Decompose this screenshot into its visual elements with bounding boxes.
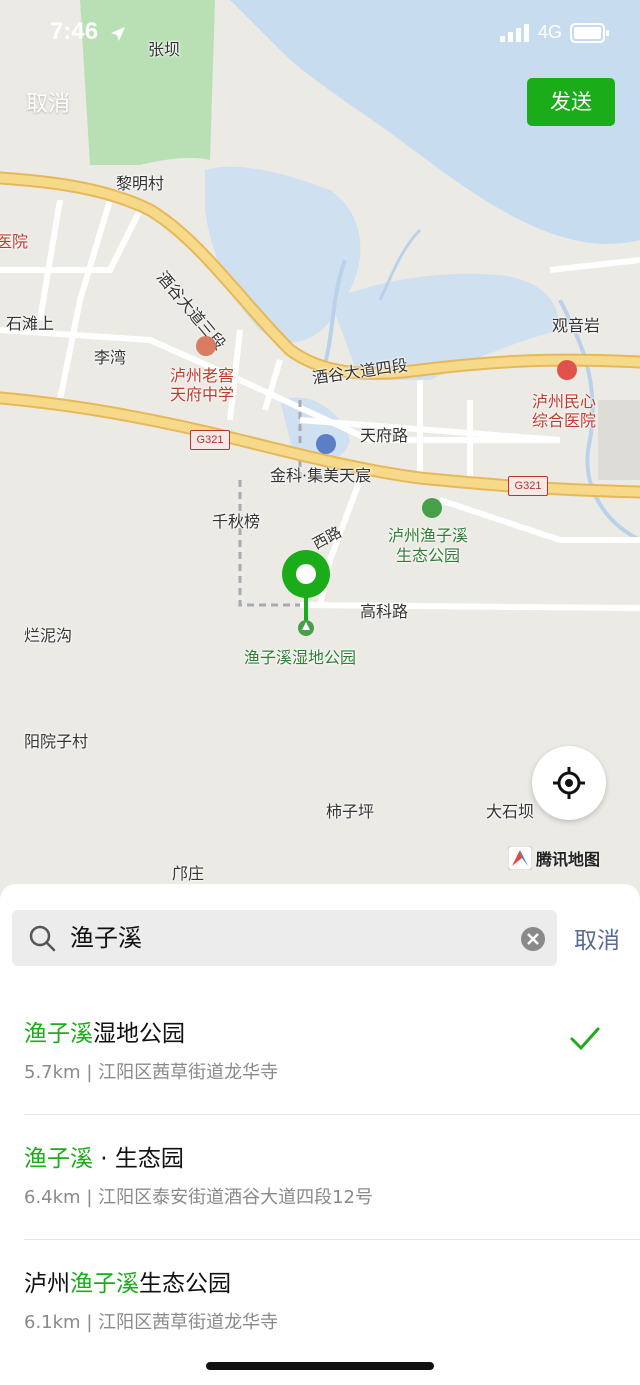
status-bar: 7:46 4G <box>0 0 640 70</box>
search-input[interactable] <box>70 910 510 966</box>
status-right-group: 4G <box>499 22 610 43</box>
result-subtitle: 5.7km | 江阳区茜草街道龙华寺 <box>24 1062 279 1083</box>
place-label-qianqiubang: 千秋榜 <box>212 512 261 531</box>
results-list: 渔子溪湿地公园 5.7km | 江阳区茜草街道龙华寺 渔子溪 · 生态园 6.4… <box>0 990 640 1364</box>
result-title: 渔子溪湿地公园 <box>24 1021 185 1047</box>
place-label-ecopark-line1: 泸州渔子溪 <box>388 526 469 545</box>
place-label-tianfu-middle: 天府中学 <box>170 385 235 404</box>
place-label-wetland: 渔子溪湿地公园 <box>244 648 357 667</box>
clear-search-icon[interactable] <box>520 926 546 952</box>
send-button[interactable]: 发送 <box>527 78 615 126</box>
highway-shield-g321-right: G321 <box>508 476 548 496</box>
battery-icon <box>570 22 609 43</box>
place-label-luzhou-laojiao: 泸州老窖 <box>170 366 235 385</box>
tencent-map-logo-icon <box>508 846 532 870</box>
place-label-guanyinyan: 观音岩 <box>552 316 601 335</box>
location-pin-icon[interactable] <box>280 548 332 638</box>
highway-shield-g321-left: G321 <box>190 430 230 450</box>
search-sheet: 取消 渔子溪湿地公园 5.7km | 江阳区茜草街道龙华寺 渔子溪 · 生态园 … <box>0 884 640 1385</box>
place-label-luzhou-minxin: 泸州民心 <box>532 392 597 411</box>
place-label-yangyuanzicun: 阳院子村 <box>24 732 89 751</box>
hospital-icon <box>557 360 577 380</box>
result-subtitle: 6.4km | 江阳区泰安街道酒谷大道四段12号 <box>24 1187 374 1208</box>
result-item[interactable]: 渔子溪 · 生态园 6.4km | 江阳区泰安街道酒谷大道四段12号 <box>24 1115 640 1240</box>
map-provider-name: 腾讯地图 <box>536 850 601 869</box>
signal-icon <box>499 23 529 42</box>
place-label-dashiba: 大石坝 <box>486 802 535 821</box>
school-icon <box>196 336 216 356</box>
map-provider-logo: 腾讯地图 <box>508 846 600 870</box>
place-label-lannigou: 烂泥沟 <box>24 626 73 645</box>
road-label-gaoke: 高科路 <box>360 602 409 621</box>
network-type: 4G <box>537 22 562 42</box>
place-label-zonghe-yiyuan: 综合医院 <box>532 411 597 430</box>
place-label-jinke: 金科·集美天宸 <box>270 466 372 485</box>
result-title: 泸州渔子溪生态公园 <box>24 1271 231 1297</box>
search-cancel-button[interactable]: 取消 <box>574 921 620 955</box>
location-arrow-icon <box>111 27 125 41</box>
result-subtitle: 6.1km | 江阳区茜草街道龙华寺 <box>24 1312 279 1333</box>
place-label-hospital-left: 医院 <box>0 232 29 251</box>
result-item[interactable]: 渔子溪湿地公园 5.7km | 江阳区茜草街道龙华寺 <box>24 990 640 1115</box>
map-view[interactable]: 张坝 黎明村 酒谷大道三段 医院 石滩上 李湾 泸州老窖 天府中学 酒谷大道四段… <box>0 0 640 900</box>
locate-me-button[interactable] <box>532 746 606 820</box>
status-time: 7:46 <box>50 18 99 45</box>
place-label-shitanshang: 石滩上 <box>6 314 55 333</box>
place-label-liwan: 李湾 <box>94 348 127 367</box>
residential-icon <box>316 434 336 454</box>
selected-check-icon <box>570 1027 600 1051</box>
place-label-qiongzhuang: 邝庄 <box>172 864 205 883</box>
park-icon <box>422 498 442 518</box>
search-box[interactable] <box>12 910 557 966</box>
home-indicator[interactable] <box>206 1362 434 1370</box>
crosshair-icon <box>553 767 585 799</box>
road-label-tianfu: 天府路 <box>360 426 409 445</box>
place-label-ecopark-line2: 生态公园 <box>396 546 461 565</box>
nav-cancel-button[interactable]: 取消 <box>26 86 70 118</box>
result-item[interactable]: 泸州渔子溪生态公园 6.1km | 江阳区茜草街道龙华寺 <box>24 1240 640 1364</box>
search-icon <box>29 925 56 952</box>
place-label-limingcun: 黎明村 <box>116 174 165 193</box>
place-label-shiziping: 柿子坪 <box>326 802 375 821</box>
result-title: 渔子溪 · 生态园 <box>24 1146 184 1172</box>
